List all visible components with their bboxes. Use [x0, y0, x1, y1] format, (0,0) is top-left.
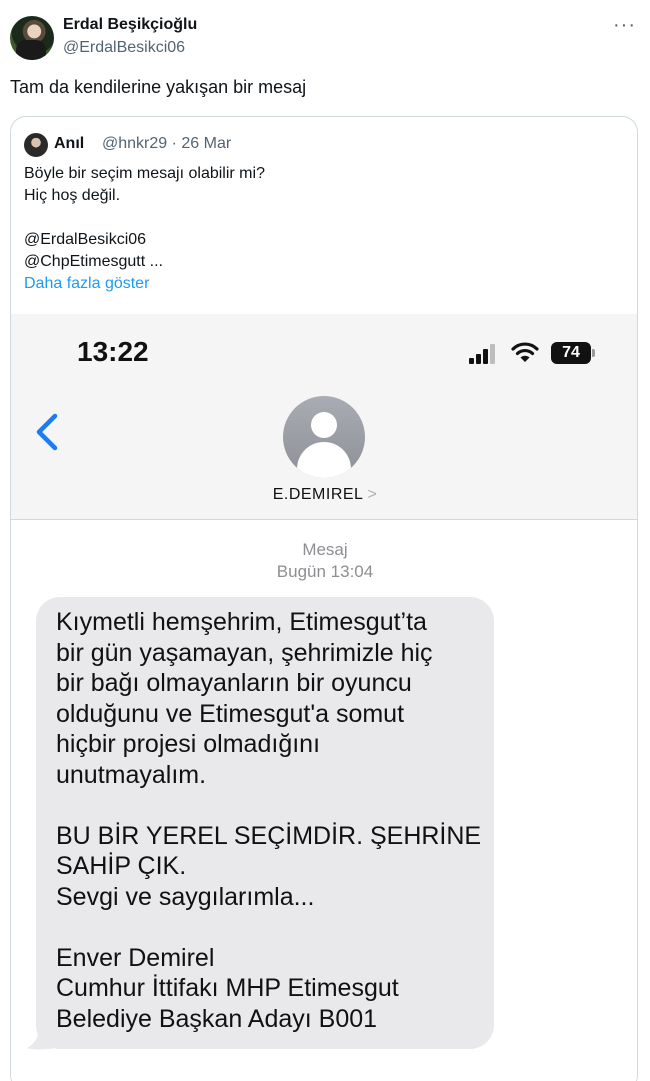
- author-name[interactable]: Erdal Beşikçioğlu: [63, 16, 197, 34]
- message-timestamp: Bugün 13:04: [276, 562, 374, 581]
- message-line: BU BİR YEREL SEÇİMDİR. ŞEHRİNE: [56, 821, 482, 850]
- status-bar-time: 13:22: [77, 336, 149, 367]
- sms-message-bubble: Kıymetli hemşehrim, Etimesgut’ta bir gün…: [36, 597, 494, 1049]
- quote-line: Böyle bir seçim mesajı olabilir mi?: [24, 165, 265, 182]
- quote-line: [24, 207, 265, 229]
- quote-mention: @ChpEtimesgutt ...: [24, 253, 163, 270]
- quote-line: Hiç hoş değil.: [24, 187, 121, 204]
- message-line: olduğunu ve Etimesgut'a somut: [56, 699, 405, 728]
- battery-icon: 74: [551, 342, 595, 364]
- author-handle[interactable]: @ErdalBesikci06: [63, 39, 185, 57]
- attached-screenshot[interactable]: 13:22 74 E.DEMIREL > Mesaj Bugün 13:04 K…: [11, 314, 637, 1081]
- message-line: hiçbir projesi olmadığını: [56, 730, 321, 758]
- message-line: unutmayalım.: [56, 760, 207, 789]
- message-line: Sevgi ve saygılarımla...: [56, 882, 315, 911]
- message-line: Belediye Başkan Adayı B001: [56, 1004, 378, 1033]
- message-line: bir bağı olmayanların bir oyuncu: [56, 669, 412, 697]
- contact-name[interactable]: E.DEMIREL >: [11, 486, 637, 504]
- quoted-tweet[interactable]: Anıl @hnkr29 · 26 Mar Böyle bir seçim me…: [10, 116, 638, 1081]
- quote-body: Böyle bir seçim mesajı olabilir mi? Hiç …: [24, 163, 265, 295]
- message-line: [56, 790, 474, 821]
- wifi-icon: [511, 342, 539, 362]
- chevron-right-icon: >: [367, 486, 378, 503]
- message-line: Enver Demirel: [56, 943, 215, 972]
- quote-author-handle: @hnkr29 · 26 Mar: [102, 135, 232, 152]
- contact-name-label: E.DEMIREL: [272, 486, 364, 503]
- message-line: Kıymetli hemşehrim, Etimesgut’ta: [56, 608, 427, 636]
- message-line: bir gün yaşamayan, şehrimizle hiç: [56, 638, 433, 667]
- quote-author-name: Anıl: [54, 135, 85, 152]
- cellular-signal-icon: [469, 344, 499, 364]
- message-label: Mesaj: [302, 540, 348, 559]
- contact-avatar-icon[interactable]: [283, 396, 365, 478]
- message-line: SAHİP ÇIK.: [56, 852, 187, 880]
- back-chevron-icon[interactable]: [33, 412, 61, 452]
- tweet-text: Tam da kendilerine yakışan bir mesaj: [10, 77, 307, 97]
- show-more-link[interactable]: Daha fazla göster: [24, 273, 265, 295]
- message-line: [56, 912, 474, 943]
- tweet-header: Erdal Beşikçioğlu @ErdalBesikci06 ···: [10, 14, 640, 64]
- quote-avatar: [24, 133, 48, 157]
- messages-header: 13:22 74 E.DEMIREL >: [11, 314, 637, 520]
- quote-mention: @ErdalBesikci06: [24, 231, 147, 248]
- more-horizontal-icon[interactable]: ···: [613, 14, 636, 37]
- battery-level: 74: [551, 342, 591, 364]
- author-avatar[interactable]: [10, 16, 54, 60]
- message-line: Cumhur İttifakı MHP Etimesgut: [56, 974, 399, 1002]
- sms-message-text: Kıymetli hemşehrim, Etimesgut’ta bir gün…: [56, 607, 482, 1034]
